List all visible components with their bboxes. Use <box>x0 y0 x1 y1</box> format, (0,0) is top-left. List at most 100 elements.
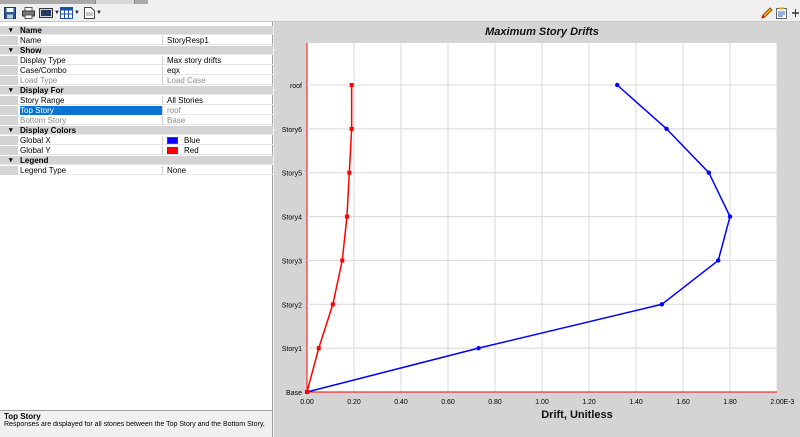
data-point <box>330 302 335 307</box>
property-row[interactable]: Top Story roof <box>0 106 273 115</box>
property-value[interactable]: eqx <box>167 66 271 75</box>
pin-icon[interactable] <box>791 6 800 20</box>
x-tick-label: 1.00 <box>535 399 549 406</box>
property-row[interactable]: Case/Combo eqx <box>0 66 273 75</box>
property-row[interactable]: Global Y Red <box>0 146 273 155</box>
table-icon[interactable]: ▼ <box>60 6 80 20</box>
property-value[interactable]: All Stories <box>167 96 271 105</box>
y-tick-label: Story2 <box>282 302 302 309</box>
data-point <box>305 390 309 394</box>
data-point <box>476 345 481 351</box>
property-row[interactable]: Load Type Load Case <box>0 76 273 85</box>
data-point <box>347 170 352 175</box>
save-icon[interactable] <box>4 6 16 20</box>
description-panel: Top Story Responses are displayed for al… <box>0 410 273 437</box>
collapse-icon[interactable]: ▾ <box>9 86 17 95</box>
clipboard-icon[interactable] <box>776 6 787 20</box>
y-tick-label: Story3 <box>282 258 302 265</box>
property-value[interactable]: StoryResp1 <box>167 36 271 45</box>
x-tick-label: 2.00 <box>770 399 784 406</box>
collapse-icon[interactable]: ▾ <box>9 156 17 165</box>
property-row[interactable]: Display Type Max story drifts <box>0 56 273 65</box>
data-point <box>340 258 345 263</box>
export-icon[interactable]: ▼ <box>39 6 60 20</box>
pencil-icon[interactable] <box>761 6 773 20</box>
row-gutter <box>0 96 18 105</box>
property-value-text: Base <box>167 116 186 125</box>
property-key: Story Range <box>20 96 163 105</box>
x-tick-label: 1.60 <box>676 399 690 406</box>
data-point <box>349 126 354 131</box>
chevron-down-icon[interactable]: ▼ <box>96 10 102 16</box>
property-value[interactable]: Max story drifts <box>167 56 271 65</box>
property-value-text: Load Case <box>167 76 206 85</box>
property-key: Load Type <box>20 76 163 85</box>
collapse-icon[interactable]: ▾ <box>9 126 17 135</box>
row-gutter <box>0 76 18 85</box>
category-label: Legend <box>20 156 49 165</box>
drift-chart: Maximum Story Drifts 0.00 0.20 0.40 0.60 0.80… <box>282 26 795 421</box>
property-value[interactable]: Base <box>167 116 271 125</box>
collapse-icon[interactable]: ▾ <box>9 26 17 35</box>
category-row[interactable]: ▾ Legend <box>0 156 273 165</box>
data-point <box>349 83 354 87</box>
row-gutter <box>0 166 18 175</box>
category-label: Show <box>20 46 42 55</box>
data-point <box>615 82 620 88</box>
print-icon[interactable] <box>22 6 35 20</box>
x-tick-label: 0.00 <box>300 399 314 406</box>
property-value-text: All Stories <box>167 96 204 105</box>
property-value[interactable]: None <box>167 166 271 175</box>
x-tick-label: 1.80 <box>723 399 737 406</box>
document-icon[interactable]: ▼ <box>84 6 102 20</box>
category-label: Display For <box>20 86 64 95</box>
chevron-down-icon[interactable]: ▼ <box>74 10 80 16</box>
row-gutter <box>0 136 18 145</box>
property-value[interactable]: Blue <box>167 136 271 145</box>
property-value-text: None <box>167 166 187 175</box>
active-tab[interactable] <box>95 0 135 4</box>
property-value-text: Red <box>184 146 199 155</box>
chart-pane: Maximum Story Drifts 0.00 0.20 0.40 0.60 0.80… <box>274 22 800 437</box>
property-row[interactable]: Legend Type None <box>0 166 273 175</box>
description-text: Responses are displayed for all stories … <box>4 421 265 428</box>
y-tick-label: Base <box>286 390 302 397</box>
x-tick-label: 0.20 <box>347 399 361 406</box>
property-row[interactable]: Story Range All Stories <box>0 96 273 105</box>
y-tick-label: Story1 <box>282 346 302 353</box>
y-tick-label: roof <box>290 83 302 90</box>
description-title: Top Story <box>4 412 41 421</box>
property-key: Top Story <box>20 106 163 115</box>
property-key: Bottom Story <box>20 116 163 125</box>
row-gutter <box>0 146 18 155</box>
property-row[interactable]: Name StoryResp1 <box>0 36 273 45</box>
property-value[interactable]: Load Case <box>167 76 271 85</box>
data-point <box>664 126 669 132</box>
y-tick-label: Story5 <box>282 171 302 178</box>
property-row[interactable]: Global X Blue <box>0 136 273 145</box>
x-tick-label: 1.40 <box>629 399 643 406</box>
category-row[interactable]: ▾ Display Colors <box>0 126 273 135</box>
property-value-text: roof <box>167 106 181 115</box>
category-label: Display Colors <box>20 126 77 135</box>
row-gutter <box>0 106 18 115</box>
property-row[interactable]: Bottom Story Base <box>0 116 273 125</box>
color-swatch <box>167 137 178 144</box>
data-point <box>727 214 733 219</box>
tab-strip <box>0 0 148 4</box>
row-gutter <box>0 56 18 65</box>
data-point <box>706 170 712 175</box>
toolbar: ▼ ▼ ▼ <box>0 0 800 22</box>
property-value[interactable]: Red <box>167 146 271 155</box>
y-tick-label: Story6 <box>282 127 302 134</box>
x-axis-title: Drift, Unitless <box>541 409 613 421</box>
category-row[interactable]: ▾ Name <box>0 26 273 35</box>
property-value[interactable]: roof <box>167 106 271 115</box>
collapse-icon[interactable]: ▾ <box>9 46 17 55</box>
category-row[interactable]: ▾ Display For <box>0 86 273 95</box>
property-key: Legend Type <box>20 166 163 175</box>
chart-title: Maximum Story Drifts <box>485 26 599 38</box>
property-key: Global X <box>20 136 163 145</box>
color-swatch <box>167 147 178 154</box>
category-row[interactable]: ▾ Show <box>0 46 273 55</box>
